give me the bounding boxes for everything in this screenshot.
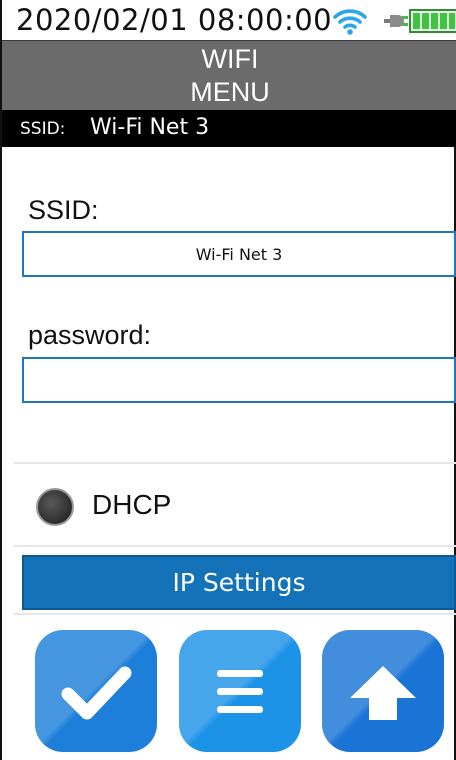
divider bbox=[14, 613, 456, 615]
current-ssid-bar: SSID: Wi-Fi Net 3 bbox=[2, 110, 456, 147]
clock: 2020/02/01 08:00:00 bbox=[16, 3, 333, 37]
confirm-button[interactable] bbox=[35, 630, 157, 752]
battery-icon bbox=[409, 9, 456, 33]
menu-icon bbox=[217, 670, 263, 713]
divider bbox=[14, 462, 456, 464]
password-input[interactable] bbox=[22, 357, 456, 403]
dhcp-label: DHCP bbox=[92, 489, 172, 520]
ssid-input[interactable] bbox=[22, 231, 456, 277]
page-title: WIFI bbox=[201, 44, 259, 74]
title-bar: WIFI MENU bbox=[2, 40, 456, 110]
ip-settings-button[interactable]: IP Settings bbox=[22, 555, 456, 610]
status-bar: 2020/02/01 08:00:00 bbox=[2, 0, 456, 40]
password-label: password: bbox=[28, 320, 152, 350]
page-subtitle: MENU bbox=[190, 77, 270, 107]
menu-button[interactable] bbox=[179, 630, 301, 752]
upload-button[interactable] bbox=[322, 630, 444, 752]
current-ssid-value: Wi-Fi Net 3 bbox=[90, 115, 210, 140]
dhcp-radio[interactable] bbox=[36, 488, 74, 526]
plug-icon bbox=[384, 15, 408, 27]
ssid-label: SSID: bbox=[28, 195, 99, 225]
wifi-icon bbox=[333, 9, 367, 35]
device-screen: 2020/02/01 08:00:00 WIFI MENU SSID: Wi-F… bbox=[0, 0, 456, 760]
current-ssid-label: SSID: bbox=[20, 119, 66, 139]
upload-arrow-icon bbox=[350, 666, 416, 720]
checkmark-icon bbox=[61, 666, 132, 720]
divider bbox=[14, 545, 456, 547]
